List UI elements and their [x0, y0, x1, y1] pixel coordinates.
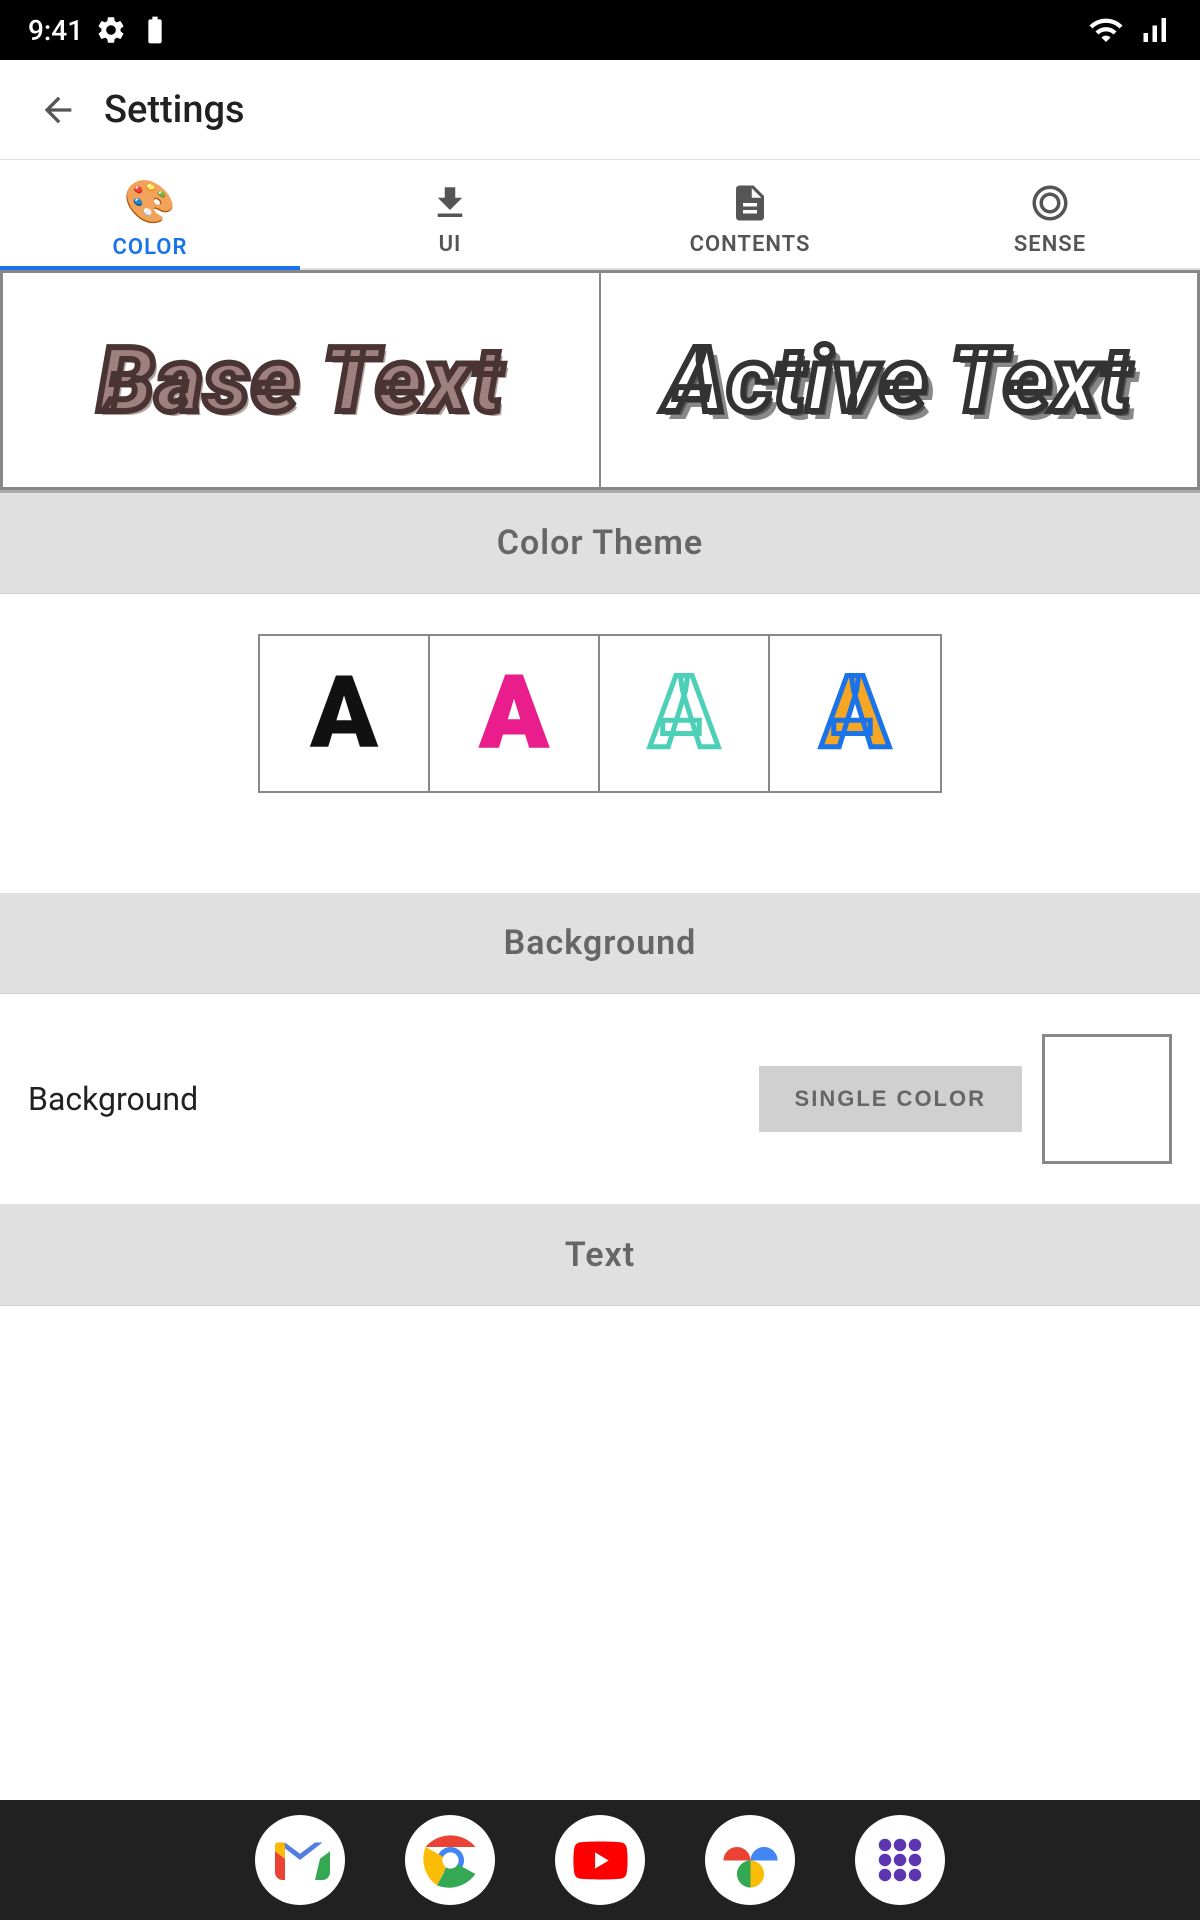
- color-option-black[interactable]: A: [260, 636, 430, 791]
- back-button[interactable]: [28, 80, 88, 140]
- tab-bar: 🎨 COLOR UI CONTENTS SENSE: [0, 160, 1200, 270]
- signal-icon: [1136, 12, 1172, 48]
- battery-status-icon: [139, 14, 171, 46]
- settings-status-icon: [95, 14, 127, 46]
- status-time: 9:41: [28, 14, 83, 47]
- background-section-header: Background: [0, 893, 1200, 993]
- youtube-nav-icon[interactable]: [555, 1815, 645, 1905]
- background-row-label: Background: [28, 1080, 759, 1118]
- preview-area: Base Text Active Text: [0, 270, 1200, 493]
- page-title: Settings: [104, 88, 245, 132]
- active-text-preview[interactable]: Active Text: [600, 270, 1200, 490]
- sense-tab-icon: [1029, 182, 1071, 224]
- photos-nav-icon[interactable]: [705, 1815, 795, 1905]
- color-option-teal[interactable]: A: [600, 636, 770, 791]
- gmail-nav-icon[interactable]: [255, 1815, 345, 1905]
- color-option-pink[interactable]: A: [430, 636, 600, 791]
- tab-ui[interactable]: UI: [300, 160, 600, 268]
- wifi-icon: [1088, 12, 1124, 48]
- base-text-preview[interactable]: Base Text: [0, 270, 600, 490]
- color-theme-label: Color Theme: [497, 523, 703, 563]
- status-left: 9:41: [28, 14, 171, 47]
- tab-color[interactable]: 🎨 COLOR: [0, 160, 300, 268]
- color-theme-section-header: Color Theme: [0, 493, 1200, 593]
- color-theme-area: A A A A: [0, 594, 1200, 833]
- color-tab-icon: 🎨: [124, 178, 176, 227]
- bottom-nav: [0, 1800, 1200, 1920]
- active-text-display: Active Text: [666, 328, 1132, 433]
- text-section-header: Text: [0, 1205, 1200, 1305]
- tab-contents-label: CONTENTS: [690, 232, 811, 257]
- header: Settings: [0, 60, 1200, 160]
- status-right: [1088, 12, 1172, 48]
- launcher-nav-icon[interactable]: [855, 1815, 945, 1905]
- base-text-display: Base Text: [98, 328, 504, 433]
- background-row: Background SINGLE COLOR: [0, 994, 1200, 1205]
- tab-sense-label: SENSE: [1014, 232, 1086, 257]
- color-option-teal-letter: A: [650, 655, 718, 772]
- color-option-black-letter: A: [310, 655, 378, 772]
- tab-ui-label: UI: [439, 232, 462, 257]
- color-option-gold[interactable]: A: [770, 636, 940, 791]
- contents-tab-icon: [729, 182, 771, 224]
- single-color-button[interactable]: SINGLE COLOR: [759, 1066, 1022, 1132]
- tab-color-label: COLOR: [113, 235, 188, 260]
- ui-tab-icon: [429, 182, 471, 224]
- color-options-group: A A A A: [258, 634, 942, 793]
- color-option-gold-letter: A: [821, 655, 889, 772]
- background-color-swatch[interactable]: [1042, 1034, 1172, 1164]
- tab-contents[interactable]: CONTENTS: [600, 160, 900, 268]
- status-bar: 9:41: [0, 0, 1200, 60]
- background-section-label: Background: [504, 923, 697, 963]
- chrome-nav-icon[interactable]: [405, 1815, 495, 1905]
- tab-sense[interactable]: SENSE: [900, 160, 1200, 268]
- color-option-pink-letter: A: [480, 655, 548, 772]
- text-section-label: Text: [565, 1235, 635, 1275]
